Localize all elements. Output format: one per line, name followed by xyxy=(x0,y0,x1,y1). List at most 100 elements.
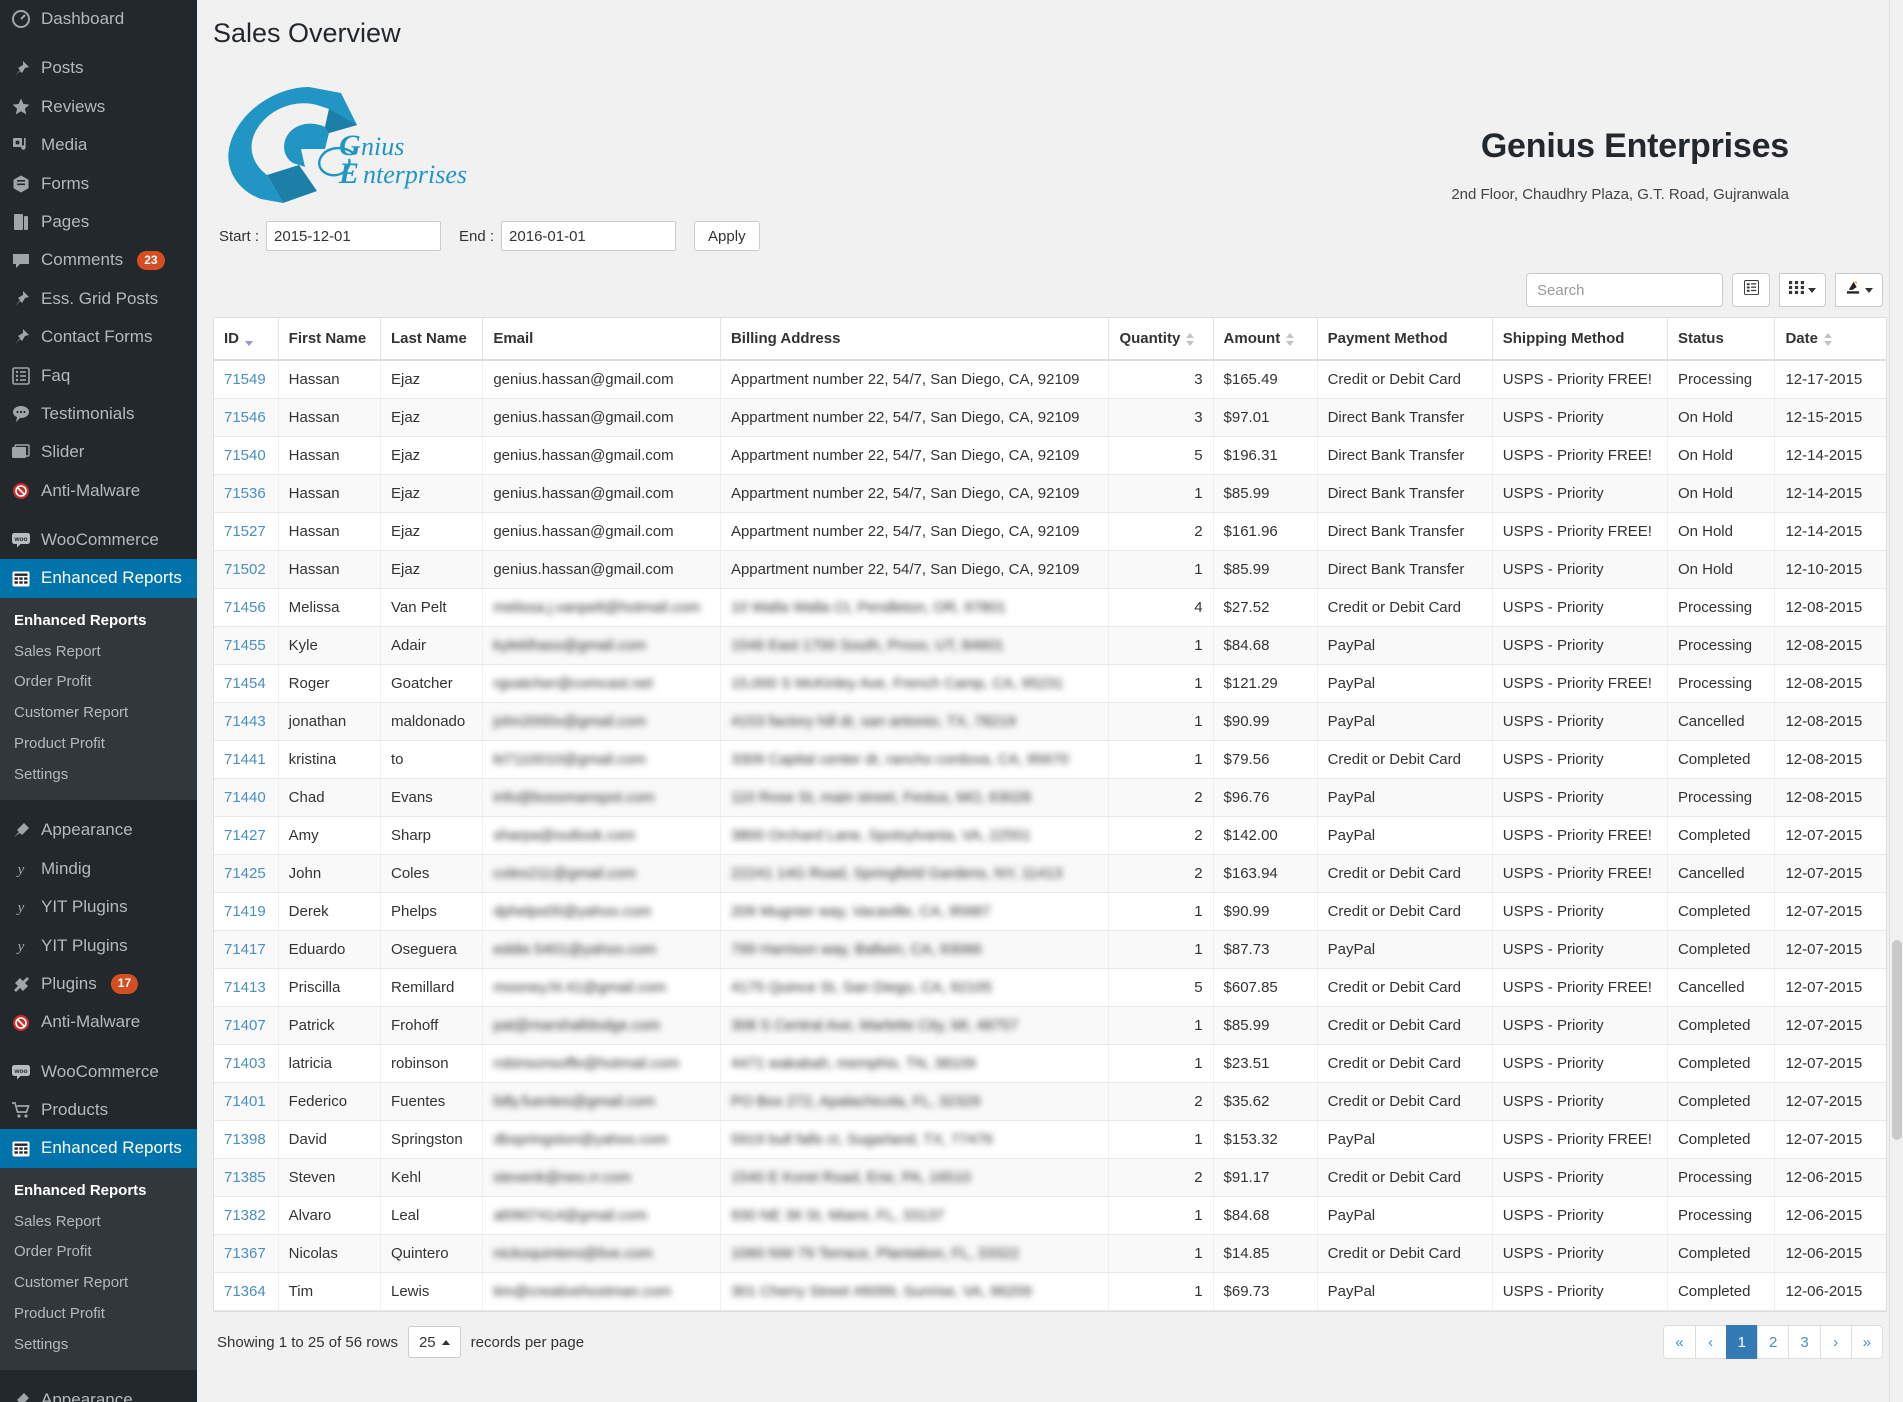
pagination-last[interactable]: » xyxy=(1850,1325,1883,1360)
cell-id[interactable]: 71454 xyxy=(214,664,279,704)
pagination-first[interactable]: « xyxy=(1663,1325,1696,1360)
cell-id[interactable]: 71367 xyxy=(214,1234,279,1274)
cell-id[interactable]: 71382 xyxy=(214,1196,279,1236)
detail-view-button[interactable] xyxy=(1732,273,1770,308)
pagination-next[interactable]: › xyxy=(1819,1325,1852,1360)
scrollbar-thumb[interactable] xyxy=(1892,940,1902,1140)
sidebar-item-plugins[interactable]: Plugins 17 xyxy=(0,965,197,1003)
sidebar-item-slider[interactable]: Slider xyxy=(0,433,197,471)
sidebar-item-yit-plugins[interactable]: y YIT Plugins xyxy=(0,927,197,965)
sidebar-item-forms[interactable]: Forms xyxy=(0,165,197,203)
order-id-link[interactable]: 71527 xyxy=(224,523,266,540)
cell-id[interactable]: 71549 xyxy=(214,360,279,400)
submenu-item-enhanced-reports[interactable]: Enhanced Reports xyxy=(0,606,197,637)
sidebar-item-ess-grid-posts[interactable]: Ess. Grid Posts xyxy=(0,280,197,318)
table-row[interactable]: 71367 Nicolas Quintero nickoquintero@live.c… xyxy=(214,1234,1886,1274)
cell-id[interactable]: 71546 xyxy=(214,398,279,438)
table-row[interactable]: 71401 Federico Fuentes billy.fuentes@gmail.… xyxy=(214,1082,1886,1122)
table-row[interactable]: 71455 Kyle Adair kyleklhass@gmail.com 1546 E… xyxy=(214,626,1886,666)
sidebar-item-comments[interactable]: Comments 23 xyxy=(0,241,197,279)
column-header-quantity[interactable]: Quantity xyxy=(1108,318,1214,362)
sidebar-item-appearance[interactable]: Appearance xyxy=(0,1381,197,1402)
order-id-link[interactable]: 71364 xyxy=(224,1283,266,1300)
table-row[interactable]: 71407 Patrick Frohoff pat@marshalldodge.com… xyxy=(214,1006,1886,1046)
cell-id[interactable]: 71385 xyxy=(214,1158,279,1198)
cell-id[interactable]: 71401 xyxy=(214,1082,279,1122)
cell-id[interactable]: 71427 xyxy=(214,816,279,856)
sidebar-item-dashboard[interactable]: Dashboard xyxy=(0,0,197,38)
order-id-link[interactable]: 71413 xyxy=(224,979,266,996)
submenu-item-order-profit[interactable]: Order Profit xyxy=(0,1237,197,1268)
table-row[interactable]: 71549 Hassan Ejaz genius.hassan@gmail.com Ap… xyxy=(214,360,1886,400)
table-row[interactable]: 71419 Derek Phelps dphelps05@yahoo.com 209 M… xyxy=(214,892,1886,932)
cell-id[interactable]: 71364 xyxy=(214,1272,279,1312)
submenu-item-settings[interactable]: Settings xyxy=(0,760,197,791)
sidebar-item-yit-plugins[interactable]: y YIT Plugins xyxy=(0,888,197,926)
order-id-link[interactable]: 71385 xyxy=(224,1169,266,1186)
column-header-last-name[interactable]: Last Name xyxy=(380,318,484,362)
order-id-link[interactable]: 71425 xyxy=(224,865,266,882)
submenu-item-enhanced-reports[interactable]: Enhanced Reports xyxy=(0,1176,197,1207)
cell-id[interactable]: 71527 xyxy=(214,512,279,552)
order-id-link[interactable]: 71502 xyxy=(224,561,266,578)
cell-id[interactable]: 71455 xyxy=(214,626,279,666)
table-row[interactable]: 71417 Eduardo Oseguera eddie.5401@yahoo.com… xyxy=(214,930,1886,970)
submenu-item-settings[interactable]: Settings xyxy=(0,1330,197,1361)
order-id-link[interactable]: 71546 xyxy=(224,409,266,426)
order-id-link[interactable]: 71456 xyxy=(224,599,266,616)
sidebar-item-woocommerce[interactable]: woo WooCommerce xyxy=(0,521,197,559)
cell-id[interactable]: 71502 xyxy=(214,550,279,590)
sidebar-item-products[interactable]: Products xyxy=(0,1091,197,1129)
order-id-link[interactable]: 71441 xyxy=(224,751,266,768)
sidebar-item-media[interactable]: Media xyxy=(0,126,197,164)
end-date-input[interactable] xyxy=(501,221,677,252)
table-row[interactable]: 71385 Steven Kehl stevenk@neo.rr.com 1540 E … xyxy=(214,1158,1886,1198)
order-id-link[interactable]: 71367 xyxy=(224,1245,266,1262)
cell-id[interactable]: 71398 xyxy=(214,1120,279,1160)
table-row[interactable]: 71443 jonathan maldonado john2000x@gmail.co… xyxy=(214,702,1886,742)
sidebar-item-woocommerce[interactable]: woo WooCommerce xyxy=(0,1053,197,1091)
table-row[interactable]: 71382 Alvaro Leal al0907414@gmail.com 930 NE… xyxy=(214,1196,1886,1236)
cell-id[interactable]: 71540 xyxy=(214,436,279,476)
column-header-amount[interactable]: Amount xyxy=(1213,318,1318,362)
table-row[interactable]: 71364 Tim Lewis tim@creativehostman.com 301 … xyxy=(214,1272,1886,1312)
order-id-link[interactable]: 71454 xyxy=(224,675,266,692)
column-header-email[interactable]: Email xyxy=(482,318,721,362)
column-header-shipping-method[interactable]: Shipping Method xyxy=(1492,318,1668,362)
table-row[interactable]: 71413 Priscilla Remillard mooney.hl.41@gmai… xyxy=(214,968,1886,1008)
table-row[interactable]: 71502 Hassan Ejaz genius.hassan@gmail.com Ap… xyxy=(214,550,1886,590)
apply-button[interactable]: Apply xyxy=(694,221,760,252)
table-row[interactable]: 71425 John Coles coles211@gmail.com 22241 14… xyxy=(214,854,1886,894)
submenu-item-product-profit[interactable]: Product Profit xyxy=(0,1299,197,1330)
pagination-prev[interactable]: ‹ xyxy=(1694,1325,1727,1360)
order-id-link[interactable]: 71398 xyxy=(224,1131,266,1148)
column-header-first-name[interactable]: First Name xyxy=(278,318,382,362)
cell-id[interactable]: 71407 xyxy=(214,1006,279,1046)
column-header-payment-method[interactable]: Payment Method xyxy=(1317,318,1493,362)
order-id-link[interactable]: 71536 xyxy=(224,485,266,502)
sidebar-item-appearance[interactable]: Appearance xyxy=(0,811,197,849)
sidebar-item-testimonials[interactable]: Testimonials xyxy=(0,395,197,433)
cell-id[interactable]: 71440 xyxy=(214,778,279,818)
table-row[interactable]: 71540 Hassan Ejaz genius.hassan@gmail.com Ap… xyxy=(214,436,1886,476)
sidebar-item-enhanced-reports[interactable]: Enhanced Reports xyxy=(0,1129,197,1168)
cell-id[interactable]: 71403 xyxy=(214,1044,279,1084)
table-row[interactable]: 71403 latricia robinson robinsonsoffe@hotma… xyxy=(214,1044,1886,1084)
sidebar-item-pages[interactable]: Pages xyxy=(0,203,197,241)
order-id-link[interactable]: 71382 xyxy=(224,1207,266,1224)
column-header-id[interactable]: ID xyxy=(214,318,279,362)
cell-id[interactable]: 71419 xyxy=(214,892,279,932)
pagination-page-3[interactable]: 3 xyxy=(1788,1325,1821,1360)
sidebar-item-anti-malware[interactable]: Anti-Malware xyxy=(0,1003,197,1041)
columns-button[interactable] xyxy=(1779,273,1826,308)
table-row[interactable]: 71398 David Springston dbspringston@yahoo.c… xyxy=(214,1120,1886,1160)
page-size-dropdown[interactable]: 25 xyxy=(407,1326,461,1359)
vertical-scrollbar[interactable] xyxy=(1889,0,1903,1402)
cell-id[interactable]: 71456 xyxy=(214,588,279,628)
cell-id[interactable]: 71441 xyxy=(214,740,279,780)
pagination-page-1[interactable]: 1 xyxy=(1725,1325,1758,1360)
search-input[interactable] xyxy=(1526,273,1723,308)
sidebar-item-mindig[interactable]: y Mindig xyxy=(0,850,197,888)
cell-id[interactable]: 71536 xyxy=(214,474,279,514)
column-header-date[interactable]: Date xyxy=(1774,318,1886,362)
